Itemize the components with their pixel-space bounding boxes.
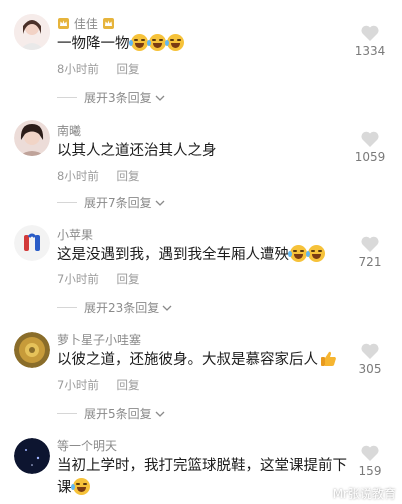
avatar[interactable] bbox=[14, 438, 50, 474]
divider bbox=[57, 413, 77, 414]
reply-button[interactable]: 回复 bbox=[116, 169, 139, 183]
divider bbox=[57, 202, 77, 203]
like-button[interactable]: 1059 bbox=[348, 130, 392, 164]
comment-text: 以彼之道，还施彼身。大叔是慕容家后人 bbox=[57, 349, 349, 371]
comment-meta: 8小时前 回复 bbox=[57, 169, 140, 183]
reply-button[interactable]: 回复 bbox=[116, 272, 139, 286]
divider bbox=[57, 97, 77, 98]
heart-outline-icon bbox=[361, 25, 379, 41]
reply-button[interactable]: 回复 bbox=[116, 378, 139, 392]
username[interactable]: 等一个明天 bbox=[57, 437, 117, 454]
avatar[interactable] bbox=[14, 332, 50, 368]
username[interactable]: 佳佳 bbox=[57, 15, 115, 32]
heart-outline-icon bbox=[361, 131, 379, 147]
username[interactable]: 小苹果 bbox=[57, 226, 93, 243]
like-button[interactable]: 305 bbox=[348, 342, 392, 376]
expand-replies-button[interactable]: 展开3条回复 bbox=[57, 89, 165, 106]
chevron-down-icon bbox=[162, 305, 172, 311]
laughing-emoji bbox=[70, 478, 90, 495]
heart-outline-icon bbox=[361, 236, 379, 252]
comment-text: 一物降一物 bbox=[57, 33, 349, 55]
crown-icon bbox=[102, 18, 114, 29]
chevron-down-icon bbox=[155, 95, 165, 101]
like-button[interactable]: 721 bbox=[348, 235, 392, 269]
username[interactable]: 南曦 bbox=[57, 122, 81, 139]
chevron-down-icon bbox=[155, 200, 165, 206]
like-count: 721 bbox=[358, 255, 382, 269]
laughing-emoji bbox=[128, 34, 148, 51]
avatar[interactable] bbox=[14, 14, 50, 50]
like-button[interactable]: 1334 bbox=[348, 24, 392, 58]
watermark: Mr张说教育 bbox=[332, 487, 396, 501]
comment-text: 以其人之道还治其人之身 bbox=[57, 143, 217, 159]
like-count: 159 bbox=[358, 464, 382, 478]
expand-replies-button[interactable]: 展开7条回复 bbox=[57, 194, 165, 211]
comment-meta: 7小时前 回复 bbox=[57, 272, 140, 286]
comment-meta: 7小时前 回复 bbox=[57, 378, 140, 392]
like-button[interactable]: 159 bbox=[348, 444, 392, 478]
expand-replies-button[interactable]: 展开5条回复 bbox=[57, 405, 165, 422]
like-count: 1059 bbox=[354, 150, 386, 164]
heart-outline-icon bbox=[361, 445, 379, 461]
heart-outline-icon bbox=[361, 343, 379, 359]
laughing-emoji bbox=[288, 245, 307, 262]
avatar[interactable] bbox=[14, 225, 50, 261]
comment-text: 当初上学时，我打完篮球脱鞋，这堂课提前下 课 bbox=[57, 458, 347, 496]
crown-icon bbox=[58, 18, 69, 29]
like-count: 305 bbox=[358, 362, 382, 376]
comment-meta: 8小时前 回复 bbox=[57, 62, 140, 76]
expand-replies-button[interactable]: 展开23条回复 bbox=[57, 299, 172, 316]
comment-text: 这是没遇到我，遇到我全车厢人遭殃 bbox=[57, 244, 349, 266]
laughing-emoji bbox=[306, 245, 325, 262]
username[interactable]: 萝卜星子小哇塞 bbox=[57, 331, 141, 348]
laughing-emoji bbox=[164, 34, 184, 51]
reply-button[interactable]: 回复 bbox=[116, 62, 139, 76]
chevron-down-icon bbox=[155, 411, 165, 417]
divider bbox=[57, 307, 77, 308]
avatar[interactable] bbox=[14, 120, 50, 156]
laughing-emoji bbox=[146, 34, 166, 51]
thumbs-up-emoji bbox=[321, 351, 336, 366]
like-count: 1334 bbox=[354, 44, 386, 58]
